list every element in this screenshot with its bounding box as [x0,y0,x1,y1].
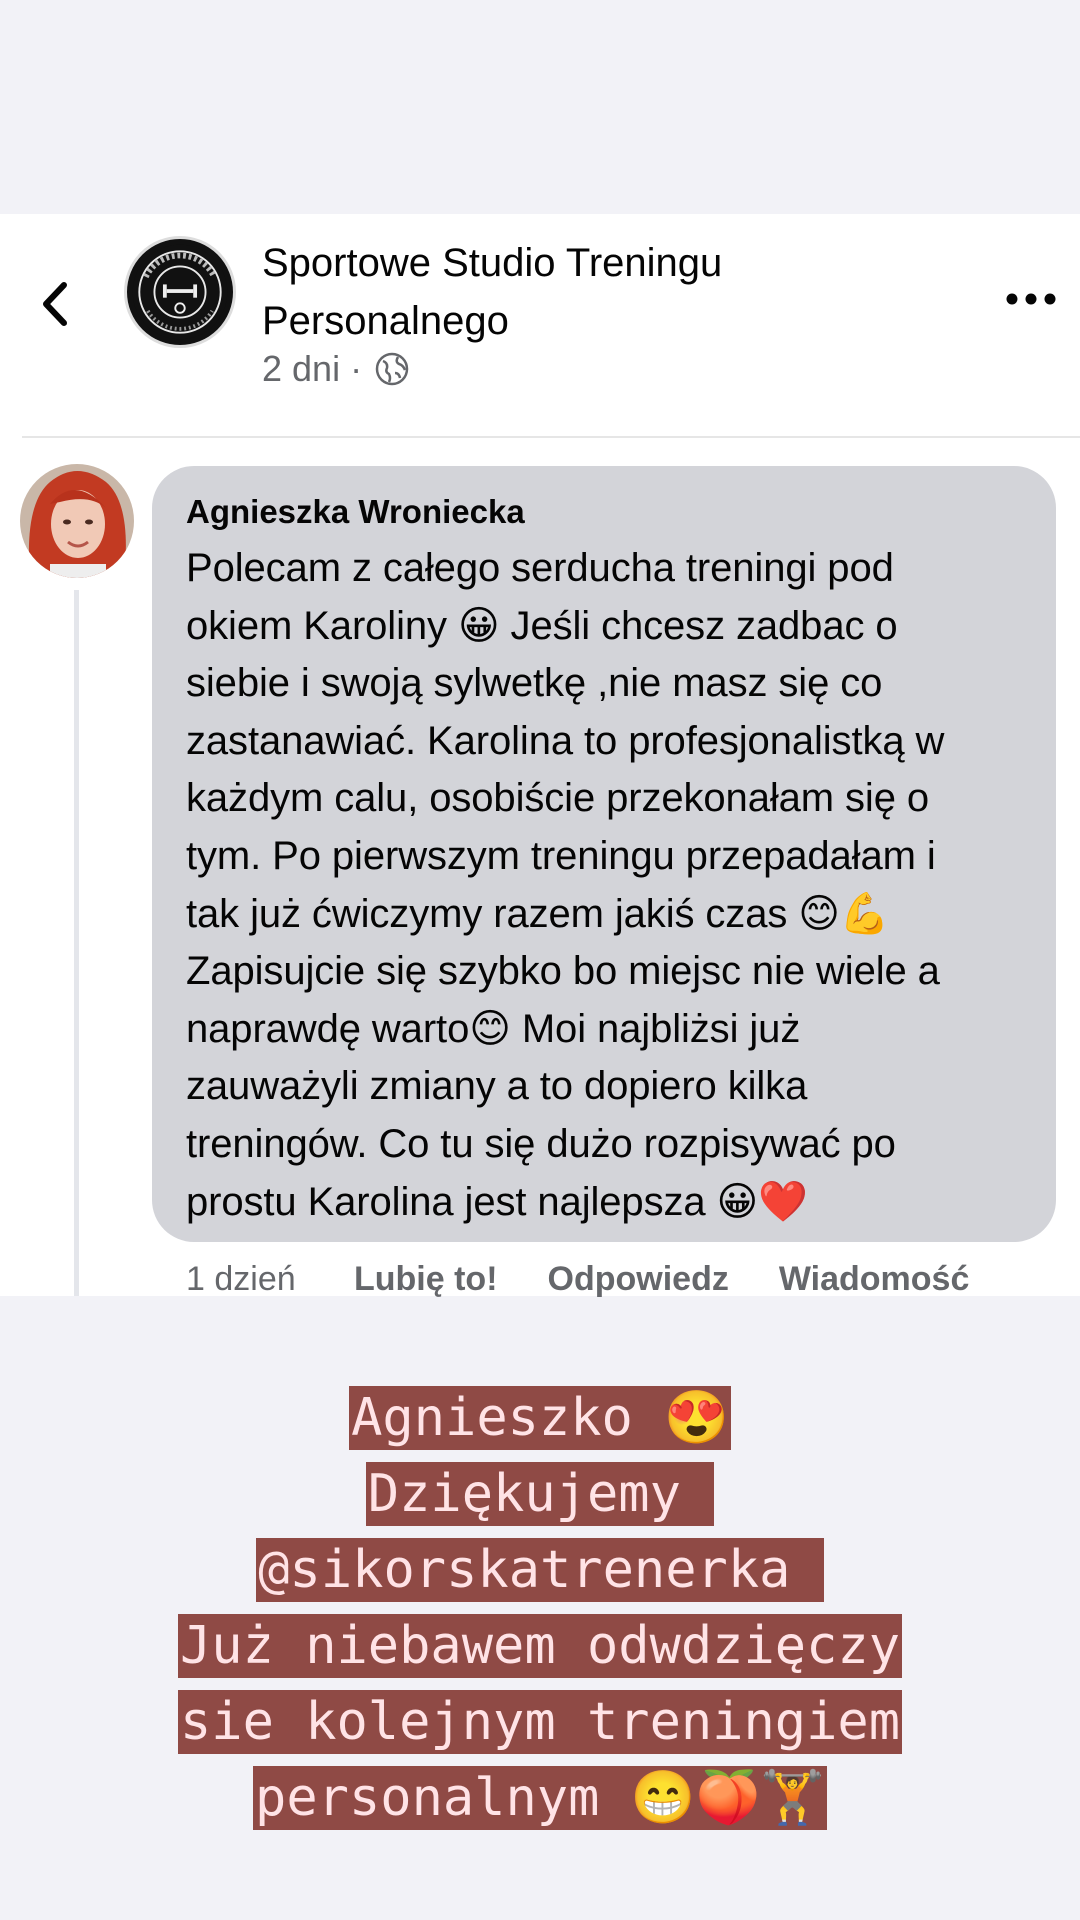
caption-line: personalnym 😁🍑🏋️ [253,1766,827,1830]
globe-icon [375,352,409,386]
post-meta: 2 dni · [262,348,410,390]
header-divider [22,436,1080,438]
back-button[interactable] [30,264,80,344]
page-logo[interactable] [124,236,236,348]
comment-actions: 1 dzień Lubię to! Odpowiedz Wiadomość [186,1254,1046,1304]
comment-bubble: Agnieszka Wroniecka Polecam z całego ser… [152,466,1056,1242]
meta-separator: · [350,348,363,389]
reply-button[interactable]: Odpowiedz [548,1260,729,1299]
thread-line [74,590,79,1296]
post-header: Sportowe Studio Treningu Personalnego 2 … [0,214,1080,424]
comment-author[interactable]: Agnieszka Wroniecka [186,484,1020,540]
logo-graphic [132,244,228,340]
chevron-left-icon [43,282,67,326]
caption-line: Agnieszko 😍 [349,1386,731,1450]
post-time[interactable]: 2 dni [262,348,340,390]
message-button[interactable]: Wiadomość [779,1260,970,1299]
avatar[interactable] [20,464,134,578]
story-caption: Agnieszko 😍 Dziękujemy @sikorskatrenerka… [0,1380,1080,1836]
caption-line: Dziękujemy [365,1462,715,1526]
page-name[interactable]: Sportowe Studio Treningu Personalnego [262,234,822,350]
more-options-button[interactable] [996,274,1066,324]
comment-text: Polecam z całego serducha treningi pod o… [186,546,945,1224]
avatar-photo [20,464,134,578]
story-screen: Sportowe Studio Treningu Personalnego 2 … [0,0,1080,1920]
caption-mention[interactable]: @sikorskatrenerka [256,1538,824,1602]
caption-line: Już niebawem odwdzięczy [177,1614,903,1678]
like-button[interactable]: Lubię to! [354,1260,498,1299]
comment-time[interactable]: 1 dzień [186,1260,354,1299]
facebook-post-screenshot: Sportowe Studio Treningu Personalnego 2 … [0,214,1080,1298]
caption-line: sie kolejnym treningiem [177,1690,903,1754]
more-horizontal-icon [1006,293,1056,305]
top-blank-area [0,0,1080,214]
